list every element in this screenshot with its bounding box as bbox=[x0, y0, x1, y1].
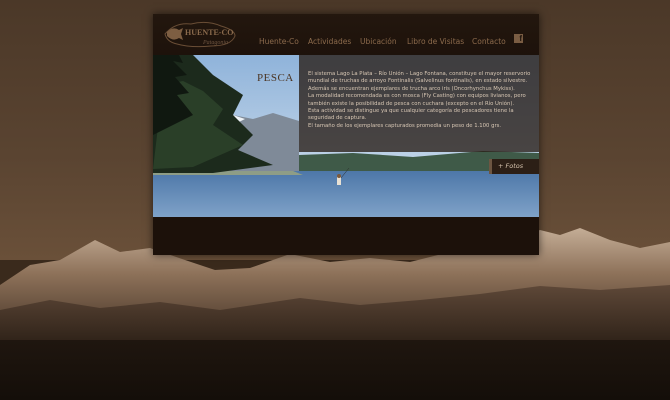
background-lake bbox=[0, 340, 670, 400]
header: HUENTE-CO Patagonia Huente-Co Actividade… bbox=[153, 14, 539, 55]
description-paragraph: El sistema Lago La Plata – Río Unión – L… bbox=[308, 71, 531, 92]
description-text: El sistema Lago La Plata – Río Unión – L… bbox=[308, 71, 534, 130]
logo[interactable]: HUENTE-CO Patagonia bbox=[161, 18, 239, 50]
nav-item-libro-de-visitas[interactable]: Libro de Visitas bbox=[407, 37, 464, 46]
description-paragraph: Esta actividad se distingue ya que cualq… bbox=[308, 108, 514, 122]
page-title: PESCA bbox=[257, 72, 294, 84]
fotos-button[interactable]: + Fotos bbox=[489, 159, 539, 174]
nav-item-huente-co[interactable]: Huente-Co bbox=[259, 37, 299, 46]
panel-footer bbox=[153, 217, 539, 255]
description-paragraph: El tamaño de los ejemplares capturados p… bbox=[308, 122, 502, 129]
content-box: PESCA El sistema Lago La Plata – Río Uni… bbox=[257, 55, 539, 152]
logo-subtext: Patagonia bbox=[202, 40, 228, 46]
description-paragraph: La modalidad recomendada es con mosca (F… bbox=[308, 93, 526, 107]
hero-photo: PESCA El sistema Lago La Plata – Río Uni… bbox=[153, 55, 539, 217]
facebook-icon[interactable]: f bbox=[514, 34, 523, 43]
logo-text: HUENTE-CO bbox=[185, 28, 233, 37]
nav-item-contacto[interactable]: Contacto bbox=[472, 37, 506, 46]
nav-item-actividades[interactable]: Actividades bbox=[308, 37, 351, 46]
nav-item-ubicacion[interactable]: Ubicación bbox=[360, 37, 397, 46]
main-panel: HUENTE-CO Patagonia Huente-Co Actividade… bbox=[153, 14, 539, 255]
